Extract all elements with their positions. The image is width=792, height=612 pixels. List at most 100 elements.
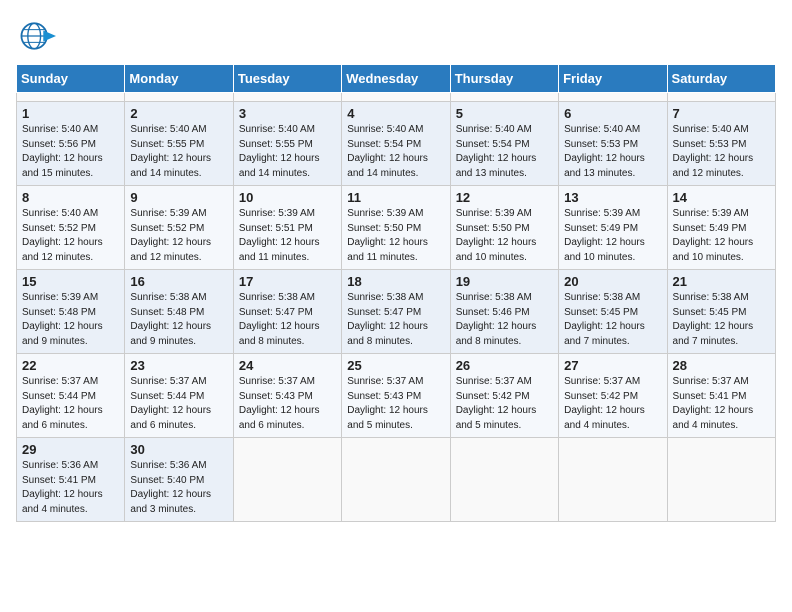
- day-info-text: Sunrise: 5:38 AM Sunset: 5:45 PM Dayligh…: [673, 291, 770, 349]
- day-number: 3: [239, 106, 336, 121]
- calendar-cell: 14 Sunrise: 5:39 AM Sunset: 5:49 PM Dayli…: [667, 186, 775, 270]
- calendar-cell: 12Sunrise: 5:39 AM Sunset: 5:50 PM Dayli…: [450, 186, 558, 270]
- day-number: 1: [22, 106, 119, 121]
- day-of-week-header: Monday: [125, 65, 233, 93]
- day-info-text: Sunrise: 5:40 AM Sunset: 5:53 PM Dayligh…: [673, 123, 770, 181]
- day-of-week-header: Tuesday: [233, 65, 341, 93]
- calendar-cell: 26 Sunrise: 5:37 AM Sunset: 5:42 PM Dayli…: [450, 354, 558, 438]
- calendar-table: SundayMondayTuesdayWednesdayThursdayFrid…: [16, 64, 776, 522]
- day-of-week-header: Sunday: [17, 65, 125, 93]
- day-number: 4: [347, 106, 444, 121]
- calendar-cell: 30Sunrise: 5:36 AM Sunset: 5:40 PM Dayli…: [125, 438, 233, 522]
- day-info-text: Sunrise: 5:39 AM Sunset: 5:51 PM Dayligh…: [239, 207, 336, 265]
- calendar-cell: 15Sunrise: 5:39 AM Sunset: 5:48 PM Dayli…: [17, 270, 125, 354]
- calendar-cell: 17Sunrise: 5:38 AM Sunset: 5:47 PM Dayli…: [233, 270, 341, 354]
- day-number: 23: [130, 358, 227, 373]
- calendar-cell: 28 Sunrise: 5:37 AM Sunset: 5:41 PM Dayli…: [667, 354, 775, 438]
- calendar-cell: 10 Sunrise: 5:39 AM Sunset: 5:51 PM Dayli…: [233, 186, 341, 270]
- calendar-cell: 6 Sunrise: 5:40 AM Sunset: 5:53 PM Daylig…: [559, 102, 667, 186]
- day-number: 14: [673, 190, 770, 205]
- days-of-week-row: SundayMondayTuesdayWednesdayThursdayFrid…: [17, 65, 776, 93]
- day-number: 12: [456, 190, 553, 205]
- calendar-week-row: 8Sunrise: 5:40 AM Sunset: 5:52 PM Daylig…: [17, 186, 776, 270]
- calendar-week-row: 29 Sunrise: 5:36 AM Sunset: 5:41 PM Dayli…: [17, 438, 776, 522]
- day-number: 9: [130, 190, 227, 205]
- calendar-cell: 21 Sunrise: 5:38 AM Sunset: 5:45 PM Dayli…: [667, 270, 775, 354]
- day-of-week-header: Thursday: [450, 65, 558, 93]
- calendar-cell: 25 Sunrise: 5:37 AM Sunset: 5:43 PM Dayli…: [342, 354, 450, 438]
- day-number: 6: [564, 106, 661, 121]
- day-number: 11: [347, 190, 444, 205]
- day-number: 28: [673, 358, 770, 373]
- day-number: 26: [456, 358, 553, 373]
- calendar-cell: 19Sunrise: 5:38 AM Sunset: 5:46 PM Dayli…: [450, 270, 558, 354]
- day-number: 7: [673, 106, 770, 121]
- calendar-week-row: 15Sunrise: 5:39 AM Sunset: 5:48 PM Dayli…: [17, 270, 776, 354]
- calendar-cell: [125, 93, 233, 102]
- page-header: [16, 16, 776, 56]
- day-number: 29: [22, 442, 119, 457]
- day-number: 13: [564, 190, 661, 205]
- day-info-text: Sunrise: 5:36 AM Sunset: 5:41 PM Dayligh…: [22, 459, 119, 517]
- day-info-text: Sunrise: 5:37 AM Sunset: 5:43 PM Dayligh…: [347, 375, 444, 433]
- day-info-text: Sunrise: 5:37 AM Sunset: 5:43 PM Dayligh…: [239, 375, 336, 433]
- day-info-text: Sunrise: 5:37 AM Sunset: 5:41 PM Dayligh…: [673, 375, 770, 433]
- day-of-week-header: Saturday: [667, 65, 775, 93]
- day-info-text: Sunrise: 5:40 AM Sunset: 5:55 PM Dayligh…: [130, 123, 227, 181]
- day-info-text: Sunrise: 5:36 AM Sunset: 5:40 PM Dayligh…: [130, 459, 227, 517]
- day-number: 8: [22, 190, 119, 205]
- calendar-week-row: 1 Sunrise: 5:40 AM Sunset: 5:56 PM Daylig…: [17, 102, 776, 186]
- calendar-cell: 1 Sunrise: 5:40 AM Sunset: 5:56 PM Daylig…: [17, 102, 125, 186]
- day-info-text: Sunrise: 5:40 AM Sunset: 5:53 PM Dayligh…: [564, 123, 661, 181]
- day-number: 10: [239, 190, 336, 205]
- day-info-text: Sunrise: 5:39 AM Sunset: 5:49 PM Dayligh…: [564, 207, 661, 265]
- calendar-cell: [342, 438, 450, 522]
- calendar-cell: 2 Sunrise: 5:40 AM Sunset: 5:55 PM Daylig…: [125, 102, 233, 186]
- calendar-week-row: 22 Sunrise: 5:37 AM Sunset: 5:44 PM Dayli…: [17, 354, 776, 438]
- day-info-text: Sunrise: 5:37 AM Sunset: 5:42 PM Dayligh…: [456, 375, 553, 433]
- day-info-text: Sunrise: 5:37 AM Sunset: 5:44 PM Dayligh…: [130, 375, 227, 433]
- day-number: 18: [347, 274, 444, 289]
- day-number: 25: [347, 358, 444, 373]
- logo: [16, 16, 58, 56]
- day-info-text: Sunrise: 5:40 AM Sunset: 5:54 PM Dayligh…: [347, 123, 444, 181]
- calendar-cell: 27 Sunrise: 5:37 AM Sunset: 5:42 PM Dayli…: [559, 354, 667, 438]
- day-of-week-header: Wednesday: [342, 65, 450, 93]
- day-of-week-header: Friday: [559, 65, 667, 93]
- calendar-cell: 8Sunrise: 5:40 AM Sunset: 5:52 PM Daylig…: [17, 186, 125, 270]
- calendar-week-row: [17, 93, 776, 102]
- day-info-text: Sunrise: 5:39 AM Sunset: 5:50 PM Dayligh…: [347, 207, 444, 265]
- calendar-cell: [233, 93, 341, 102]
- calendar-cell: [559, 438, 667, 522]
- day-number: 22: [22, 358, 119, 373]
- day-info-text: Sunrise: 5:38 AM Sunset: 5:47 PM Dayligh…: [239, 291, 336, 349]
- day-info-text: Sunrise: 5:39 AM Sunset: 5:52 PM Dayligh…: [130, 207, 227, 265]
- calendar-cell: 29 Sunrise: 5:36 AM Sunset: 5:41 PM Dayli…: [17, 438, 125, 522]
- day-info-text: Sunrise: 5:37 AM Sunset: 5:44 PM Dayligh…: [22, 375, 119, 433]
- day-info-text: Sunrise: 5:40 AM Sunset: 5:56 PM Dayligh…: [22, 123, 119, 181]
- calendar-body: 1 Sunrise: 5:40 AM Sunset: 5:56 PM Daylig…: [17, 93, 776, 522]
- calendar-header: SundayMondayTuesdayWednesdayThursdayFrid…: [17, 65, 776, 93]
- day-info-text: Sunrise: 5:40 AM Sunset: 5:55 PM Dayligh…: [239, 123, 336, 181]
- calendar-cell: 4 Sunrise: 5:40 AM Sunset: 5:54 PM Daylig…: [342, 102, 450, 186]
- day-info-text: Sunrise: 5:40 AM Sunset: 5:54 PM Dayligh…: [456, 123, 553, 181]
- calendar-cell: [17, 93, 125, 102]
- calendar-cell: 16Sunrise: 5:38 AM Sunset: 5:48 PM Dayli…: [125, 270, 233, 354]
- day-info-text: Sunrise: 5:37 AM Sunset: 5:42 PM Dayligh…: [564, 375, 661, 433]
- day-info-text: Sunrise: 5:39 AM Sunset: 5:49 PM Dayligh…: [673, 207, 770, 265]
- calendar-cell: 3 Sunrise: 5:40 AM Sunset: 5:55 PM Daylig…: [233, 102, 341, 186]
- day-number: 27: [564, 358, 661, 373]
- day-info-text: Sunrise: 5:38 AM Sunset: 5:47 PM Dayligh…: [347, 291, 444, 349]
- calendar-cell: [342, 93, 450, 102]
- day-info-text: Sunrise: 5:38 AM Sunset: 5:48 PM Dayligh…: [130, 291, 227, 349]
- day-number: 21: [673, 274, 770, 289]
- logo-icon: [16, 16, 56, 56]
- calendar-cell: 11 Sunrise: 5:39 AM Sunset: 5:50 PM Dayli…: [342, 186, 450, 270]
- day-number: 2: [130, 106, 227, 121]
- calendar-cell: 18 Sunrise: 5:38 AM Sunset: 5:47 PM Dayli…: [342, 270, 450, 354]
- calendar-cell: [233, 438, 341, 522]
- calendar-cell: [559, 93, 667, 102]
- day-number: 24: [239, 358, 336, 373]
- day-number: 15: [22, 274, 119, 289]
- day-number: 20: [564, 274, 661, 289]
